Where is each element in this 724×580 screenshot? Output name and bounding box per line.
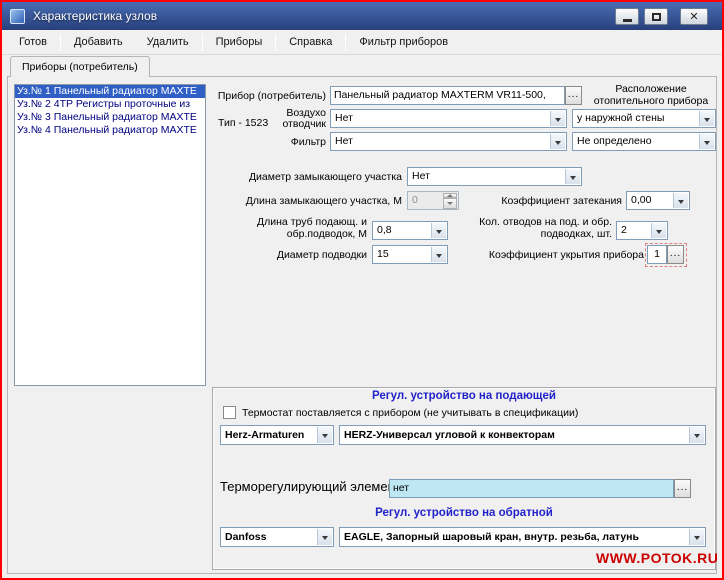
- menu-separator: [202, 34, 203, 51]
- return-manufacturer-combo[interactable]: Danfoss: [220, 527, 334, 547]
- location-state-combo[interactable]: Не определено: [572, 132, 716, 151]
- pipe-length-combo[interactable]: 0,8: [372, 221, 448, 240]
- device-browse-button[interactable]: ...: [565, 86, 582, 105]
- dropdown-arrow-icon[interactable]: [317, 529, 332, 545]
- tab-devices-consumer[interactable]: Приборы (потребитель): [10, 56, 150, 77]
- dropdown-arrow-icon[interactable]: [689, 529, 704, 545]
- title-bar: Характеристика узлов: [2, 2, 722, 30]
- location-label: Расположение отопительного прибора: [586, 83, 716, 107]
- dropdown-arrow-icon[interactable]: [550, 111, 565, 126]
- dialog-window: Характеристика узлов ✕ Готов Добавить Уд…: [0, 0, 724, 580]
- flow-coeff-label: Коэффициент затекания: [480, 195, 622, 207]
- supply-valve-combo[interactable]: HERZ-Универсал угловой к конвекторам: [339, 425, 706, 445]
- dropdown-arrow-icon[interactable]: [550, 134, 565, 149]
- menu-item-add[interactable]: Добавить: [62, 32, 135, 52]
- menu-item-device-filter[interactable]: Фильтр приборов: [347, 32, 460, 52]
- dropdown-arrow-icon[interactable]: [699, 111, 714, 126]
- supply-manufacturer-combo[interactable]: Herz-Armaturen: [220, 425, 334, 445]
- pipe-length-label: Длина труб подающ. и обр.подводок, М: [238, 217, 367, 240]
- thermo-element-label: Терморегулирующий элемент: [220, 481, 401, 493]
- dropdown-arrow-icon[interactable]: [317, 427, 332, 443]
- list-item[interactable]: Уз.№ 4 Панельный радиатор MAXTE: [15, 124, 205, 137]
- thermo-element-browse-button[interactable]: ...: [674, 479, 691, 498]
- closing-diameter-label: Диаметр замыкающего участка: [216, 171, 402, 183]
- filter-combo[interactable]: Нет: [330, 132, 567, 151]
- location-wall-combo[interactable]: у наружной стены: [572, 109, 716, 128]
- device-field[interactable]: Панельный радиатор MAXTERM VR11-500,: [330, 86, 565, 105]
- menu-separator: [345, 34, 346, 51]
- menu-item-ready[interactable]: Готов: [7, 32, 59, 52]
- thermostat-checkbox-label: Термостат поставляется с прибором (не уч…: [242, 407, 578, 419]
- window-title: Характеристика узлов: [33, 9, 157, 23]
- return-manufacturer-value: Danfoss: [225, 531, 266, 543]
- pipe-diameter-label: Диаметр подводки: [252, 249, 367, 261]
- return-section-header: Регул. устройство на обратной: [212, 507, 716, 519]
- location-state-value: Не определено: [577, 135, 652, 147]
- air-vent-combo[interactable]: Нет: [330, 109, 567, 128]
- thermostat-checkbox[interactable]: [223, 406, 236, 419]
- supply-section-header: Регул. устройство на подающей: [212, 390, 716, 402]
- pipe-diameter-value: 15: [377, 248, 389, 260]
- supply-manufacturer-value: Herz-Armaturen: [225, 429, 304, 441]
- cover-coeff-browse-button[interactable]: ...: [667, 245, 684, 264]
- list-item[interactable]: Уз.№ 1 Панельный радиатор MAXTE: [15, 85, 205, 98]
- cover-coeff-field[interactable]: 1: [647, 245, 667, 264]
- bends-count-combo[interactable]: 2: [616, 221, 668, 240]
- filter-label: Фильтр: [272, 136, 326, 148]
- return-valve-combo[interactable]: EAGLE, Запорный шаровый кран, внутр. рез…: [339, 527, 706, 547]
- list-item[interactable]: Уз.№ 3 Панельный радиатор MAXTE: [15, 111, 205, 124]
- spinner-buttons: [443, 193, 457, 208]
- closing-length-value: 0: [412, 194, 418, 206]
- minimize-icon: [623, 19, 632, 22]
- menu-separator: [60, 34, 61, 51]
- dropdown-arrow-icon[interactable]: [673, 193, 688, 208]
- menu-item-delete[interactable]: Удалить: [135, 32, 201, 52]
- air-vent-label: Воздухо отводчик: [264, 108, 326, 130]
- thermo-element-field[interactable]: нет: [389, 479, 674, 498]
- dropdown-arrow-icon[interactable]: [699, 134, 714, 149]
- closing-diameter-value: Нет: [412, 170, 430, 182]
- filter-value: Нет: [335, 135, 353, 147]
- type-label: Тип - 1523: [218, 117, 268, 129]
- node-list[interactable]: Уз.№ 1 Панельный радиатор MAXTE Уз.№ 2 4…: [14, 84, 206, 386]
- menu-separator: [275, 34, 276, 51]
- closing-length-spinner[interactable]: 0: [407, 191, 459, 210]
- flow-coeff-value: 0,00: [631, 194, 651, 206]
- device-label: Прибор (потребитель): [214, 90, 326, 102]
- close-button[interactable]: ✕: [680, 8, 708, 25]
- dropdown-arrow-icon[interactable]: [651, 223, 666, 238]
- menu-bar: Готов Добавить Удалить Приборы Справка Ф…: [2, 30, 722, 55]
- dropdown-arrow-icon[interactable]: [431, 247, 446, 262]
- dropdown-arrow-icon[interactable]: [431, 223, 446, 238]
- air-vent-value: Нет: [335, 112, 353, 124]
- cover-coeff-label: Коэффициент укрытия прибора: [467, 249, 644, 261]
- location-wall-value: у наружной стены: [577, 112, 664, 124]
- return-valve-value: EAGLE, Запорный шаровый кран, внутр. рез…: [344, 531, 639, 543]
- flow-coeff-combo[interactable]: 0,00: [626, 191, 690, 210]
- pipe-diameter-combo[interactable]: 15: [372, 245, 448, 264]
- pipe-length-value: 0,8: [377, 224, 392, 236]
- watermark: WWW.POTOK.RU: [596, 550, 718, 566]
- bends-count-label: Кол. отводов на под. и обр. подводках, ш…: [462, 217, 612, 240]
- list-item[interactable]: Уз.№ 2 4ТР Регистры проточные из: [15, 98, 205, 111]
- closing-length-label: Длина замыкающего участка, М: [202, 195, 402, 207]
- dropdown-arrow-icon[interactable]: [689, 427, 704, 443]
- spin-down-icon[interactable]: [443, 198, 457, 209]
- minimize-button[interactable]: [615, 8, 639, 25]
- menu-item-help[interactable]: Справка: [277, 32, 344, 52]
- maximize-button[interactable]: [644, 8, 668, 25]
- bends-count-value: 2: [621, 224, 627, 236]
- maximize-icon: [652, 13, 661, 21]
- menu-item-devices[interactable]: Приборы: [204, 32, 275, 52]
- dropdown-arrow-icon[interactable]: [565, 169, 580, 184]
- supply-valve-value: HERZ-Универсал угловой к конвекторам: [344, 429, 555, 441]
- closing-diameter-combo[interactable]: Нет: [407, 167, 582, 186]
- app-icon: [10, 9, 25, 24]
